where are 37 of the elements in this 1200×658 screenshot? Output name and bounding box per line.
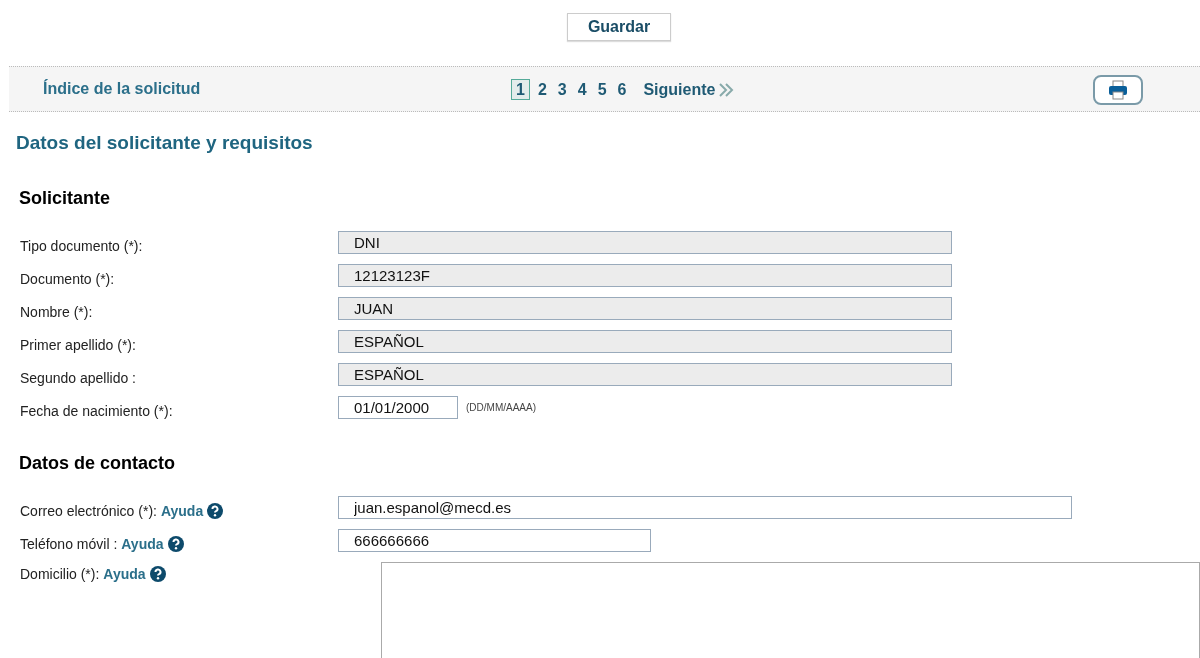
help-link[interactable]: Ayuda <box>121 535 164 552</box>
page-title: Datos del solicitante y requisitos <box>16 132 314 154</box>
index-title: Índice de la solicitud <box>43 80 201 98</box>
text-field[interactable]: juan.espanol@mecd.es <box>338 496 1072 519</box>
text-field[interactable]: DNI <box>338 231 952 254</box>
field-label: Tipo documento (*): <box>20 237 143 254</box>
text-field[interactable]: ESPAÑOL <box>338 330 952 353</box>
help-icon[interactable] <box>167 535 184 552</box>
next-link[interactable]: Siguiente <box>643 80 716 99</box>
text-field[interactable]: JUAN <box>338 297 952 320</box>
text-field[interactable]: 01/01/2000 <box>338 396 458 419</box>
field-label: Segundo apellido : <box>20 369 136 386</box>
print-button[interactable] <box>1093 75 1143 105</box>
page-link[interactable]: 2 <box>534 80 550 99</box>
field-label: Domicilio (*): <box>20 566 100 582</box>
field-label: Fecha de nacimiento (*): <box>20 402 173 419</box>
field-label: Primer apellido (*): <box>20 336 136 353</box>
section-heading: Datos de contacto <box>19 453 177 474</box>
text-field[interactable]: 12123123F <box>338 264 952 287</box>
field-label: Documento (*): <box>20 270 115 287</box>
help-link[interactable]: Ayuda <box>160 502 204 519</box>
text-field[interactable]: 666666666 <box>338 529 651 552</box>
save-button[interactable]: Guardar <box>566 13 672 41</box>
help-icon[interactable] <box>149 566 166 582</box>
page-link[interactable]: 1 <box>511 79 530 100</box>
page-link[interactable]: 4 <box>574 80 590 99</box>
format-hint: (DD/MM/AAAA) <box>466 402 536 413</box>
field-label: Teléfono móvil : <box>20 535 118 552</box>
page-link[interactable]: 6 <box>614 80 630 99</box>
text-field[interactable]: ESPAÑOL <box>338 363 952 386</box>
section-heading: Solicitante <box>19 188 112 209</box>
page-link[interactable]: 5 <box>594 80 610 99</box>
help-link[interactable]: Ayuda <box>103 566 146 582</box>
field-label: Correo electrónico (*): <box>20 502 157 519</box>
page-link[interactable]: 3 <box>554 80 570 99</box>
help-icon[interactable] <box>207 502 224 519</box>
field-label: Nombre (*): <box>20 303 93 320</box>
